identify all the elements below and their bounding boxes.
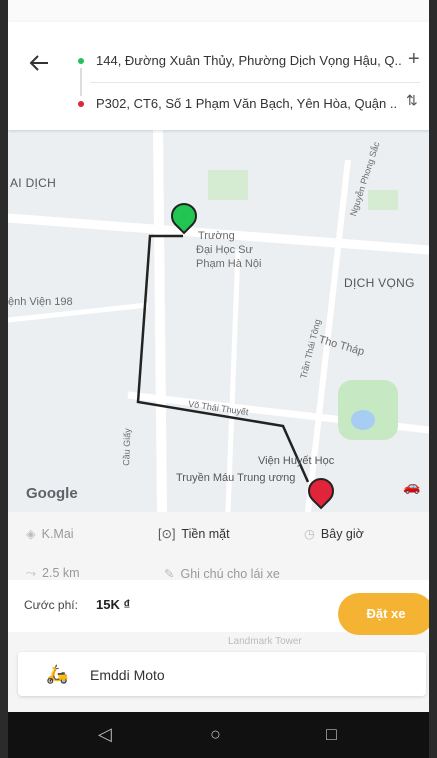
map-label: Viện Huyết Học [258,455,335,467]
time-label: Bây giờ [320,527,364,541]
route-header: 144, Đường Xuân Thủy, Phường Dịch Vọng H… [8,22,429,130]
map-label: Phạm Hà Nội [196,258,262,270]
map-label: AI DỊCH [10,176,57,190]
promo-option[interactable]: ◈ K.Mai [26,526,74,541]
book-button[interactable]: Đặt xe [338,593,429,635]
divider [90,82,420,83]
driver-note-placeholder: Ghi chú cho lái xe [180,567,280,581]
time-option[interactable]: ◷ Bây giờ [304,526,364,541]
android-navigation-bar: ◁ ○ □ [8,712,429,758]
promo-label: K.Mai [41,527,74,541]
map-label: Trường [198,230,235,242]
vehicle-selector[interactable]: 🛵 Emddi Moto [18,652,426,696]
google-logo: Google [26,485,78,502]
map-label-behind: Landmark Tower [228,636,302,647]
map-label: ệnh Viện 198 [8,296,73,308]
payment-option[interactable]: [⊙] Tiền mặt [158,526,230,541]
origin-dot [78,58,84,64]
route-connector [80,68,82,96]
origin-address[interactable]: 144, Đường Xuân Thủy, Phường Dịch Vọng H… [96,53,402,68]
car-icon[interactable]: 🚗 [402,478,422,498]
distance-display: ⤳ 2.5 km [26,566,80,581]
fare-value: 15K ₫ [96,597,131,612]
route-icon: ⤳ [26,566,37,580]
driver-note-field[interactable]: ✎ Ghi chú cho lái xe [164,566,280,581]
distance-label: 2.5 km [42,566,80,580]
cash-icon: [⊙] [158,527,176,541]
map-view[interactable]: AI DỊCH Trường Đại Học Sư Phạm Hà Nội DỊ… [8,130,429,512]
back-triangle-icon[interactable]: ◁ [98,724,112,745]
map-label: Truyền Máu Trung ương [176,472,296,484]
status-bar [8,0,429,22]
home-circle-icon[interactable]: ○ [210,724,221,745]
arrow-left-icon[interactable] [28,52,52,76]
recents-square-icon[interactable]: □ [326,724,337,745]
swap-icon[interactable]: ⇅ [406,92,418,109]
pencil-icon: ✎ [164,567,175,581]
app-frame: 144, Đường Xuân Thủy, Phường Dịch Vọng H… [8,0,429,758]
vehicle-name: Emddi Moto [90,667,165,683]
map-label: Đại Học Sư [196,244,253,256]
clock-icon: ◷ [304,527,315,541]
fare-label: Cước phí: [24,598,78,612]
plus-icon[interactable]: + [408,48,420,71]
tag-icon: ◈ [26,527,36,541]
destination-dot [78,101,84,107]
motorbike-icon: 🛵 [46,664,69,684]
destination-address[interactable]: P302, CT6, Số 1 Phạm Văn Bạch, Yên Hòa, … [96,96,397,111]
map-label: Cầu Giấy [121,428,133,466]
map-label: DỊCH VỌNG [344,276,415,290]
payment-label: Tiền mặt [181,527,230,541]
